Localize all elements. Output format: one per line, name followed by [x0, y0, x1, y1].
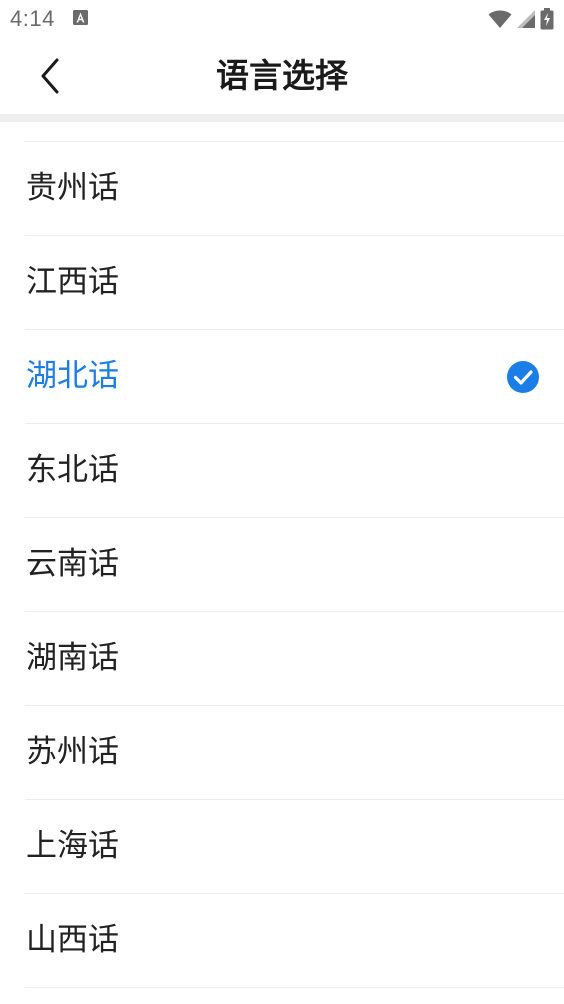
language-item[interactable]: 湖南话 [25, 612, 564, 706]
status-icons [488, 8, 554, 30]
language-item[interactable]: 苏州话 [25, 706, 564, 800]
language-label: 贵州话 [26, 170, 119, 206]
signal-icon [517, 10, 535, 28]
language-label: 湖北话 [26, 358, 119, 394]
language-label: 上海话 [26, 828, 119, 864]
language-label: 江西话 [26, 264, 119, 300]
language-item[interactable]: 云南话 [25, 518, 564, 612]
status-time: 4:14 [10, 6, 55, 31]
battery-charging-icon [540, 8, 554, 30]
checkmark-circle-icon [507, 361, 539, 393]
language-label: 东北话 [26, 452, 119, 488]
language-label: 苏州话 [26, 734, 119, 770]
language-select-screen: 4:14 语言选择 贵州话 江西话 湖北话 东北话 云南话 湖南话 苏州话 上海… [0, 0, 564, 1004]
header-divider [0, 114, 564, 122]
a-notification-icon [73, 10, 88, 25]
language-label: 云南话 [26, 546, 119, 582]
language-list[interactable]: 贵州话 江西话 湖北话 东北话 云南话 湖南话 苏州话 上海话 山西话 [0, 122, 564, 1004]
language-item[interactable]: 上海话 [25, 800, 564, 894]
top-bar: 语言选择 [0, 38, 564, 114]
language-item[interactable]: 江西话 [25, 236, 564, 330]
wifi-icon [488, 10, 512, 28]
language-label: 湖南话 [26, 640, 119, 676]
language-item[interactable]: 山西话 [25, 894, 564, 988]
status-bar: 4:14 [0, 0, 564, 38]
language-label: 山西话 [26, 922, 119, 958]
language-list-items: 贵州话 江西话 湖北话 东北话 云南话 湖南话 苏州话 上海话 山西话 [0, 142, 564, 988]
page-title: 语言选择 [216, 56, 348, 95]
language-item-selected[interactable]: 湖北话 [25, 330, 564, 424]
language-item[interactable]: 贵州话 [25, 142, 564, 236]
language-item[interactable]: 东北话 [25, 424, 564, 518]
